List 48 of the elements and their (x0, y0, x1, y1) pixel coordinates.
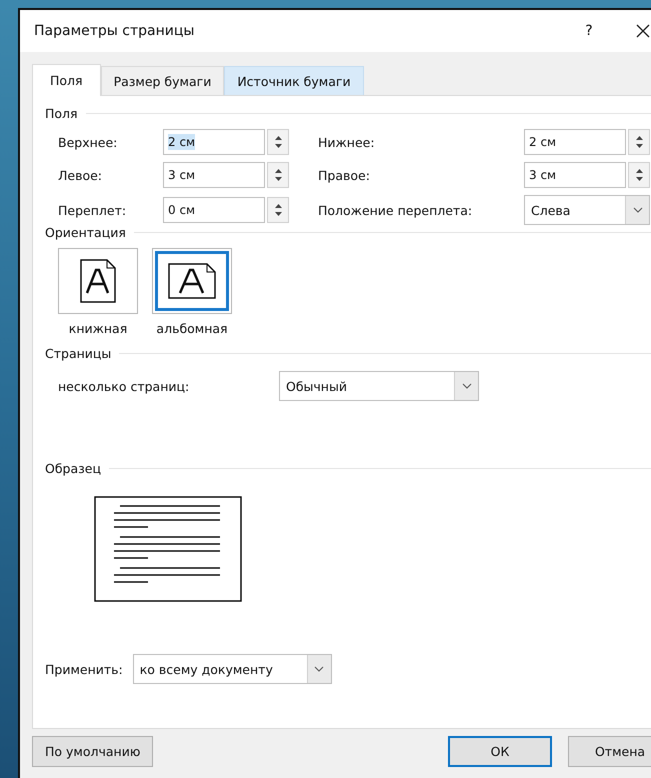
input-field[interactable]: 3 см (524, 162, 626, 188)
tab[interactable]: Поля (32, 64, 101, 96)
section-title: Ориентация (45, 225, 126, 240)
up-down-arrows-icon (274, 135, 282, 149)
orientation-option[interactable] (58, 248, 138, 314)
field-label: Применить: (45, 662, 123, 676)
orientation-option[interactable] (152, 248, 232, 314)
close-icon (636, 24, 650, 38)
input-field[interactable]: 3 см (163, 162, 265, 188)
chevron-down-icon (632, 207, 642, 213)
option-label: книжная (68, 321, 128, 336)
dropdown[interactable]: ко всему документу (132, 654, 332, 684)
input-field[interactable]: 2 см (163, 129, 265, 155)
section-title: Поля (45, 106, 78, 121)
section-title: Страницы (45, 346, 112, 361)
up-down-arrows-icon (274, 168, 282, 182)
up-down-arrows-icon (634, 135, 644, 149)
tab[interactable]: Источник бумаги (224, 66, 364, 95)
spin-button[interactable] (267, 129, 289, 155)
spin-button[interactable] (628, 129, 650, 155)
dropdown[interactable]: Слева (524, 195, 650, 225)
input-field[interactable]: 2 см (524, 129, 626, 155)
field-label: Переплет: (58, 202, 128, 218)
field-label: несколько страниц: (58, 378, 190, 394)
tab[interactable]: Размер бумаги (100, 66, 224, 95)
page-letter-icon (168, 263, 216, 299)
dropdown[interactable]: Обычный (279, 371, 479, 401)
page-letter-icon (80, 259, 116, 303)
option-label: альбомная (156, 321, 228, 336)
dialog-button[interactable]: Отмена (568, 736, 651, 767)
spin-button[interactable] (628, 162, 650, 188)
chevron-down-icon (314, 666, 324, 672)
field-label: Верхнее: (58, 134, 118, 150)
window-title: Параметры страницы (34, 23, 194, 39)
dialog-button[interactable]: По умолчанию (32, 736, 154, 767)
field-label: Положение переплета: (318, 202, 474, 218)
field-label: Левое: (58, 168, 104, 182)
input-field[interactable]: 0 см (163, 197, 265, 223)
chevron-down-icon (462, 383, 472, 389)
spin-button[interactable] (267, 197, 289, 223)
dialog-button[interactable]: ОК (448, 736, 552, 767)
field-label: Правое: (318, 168, 371, 182)
up-down-arrows-icon (634, 168, 644, 182)
spin-button[interactable] (267, 162, 289, 188)
help-button[interactable]: ? (574, 23, 604, 39)
up-down-arrows-icon (274, 203, 282, 217)
field-label: Нижнее: (318, 134, 376, 150)
section-title: Образец (45, 461, 101, 476)
